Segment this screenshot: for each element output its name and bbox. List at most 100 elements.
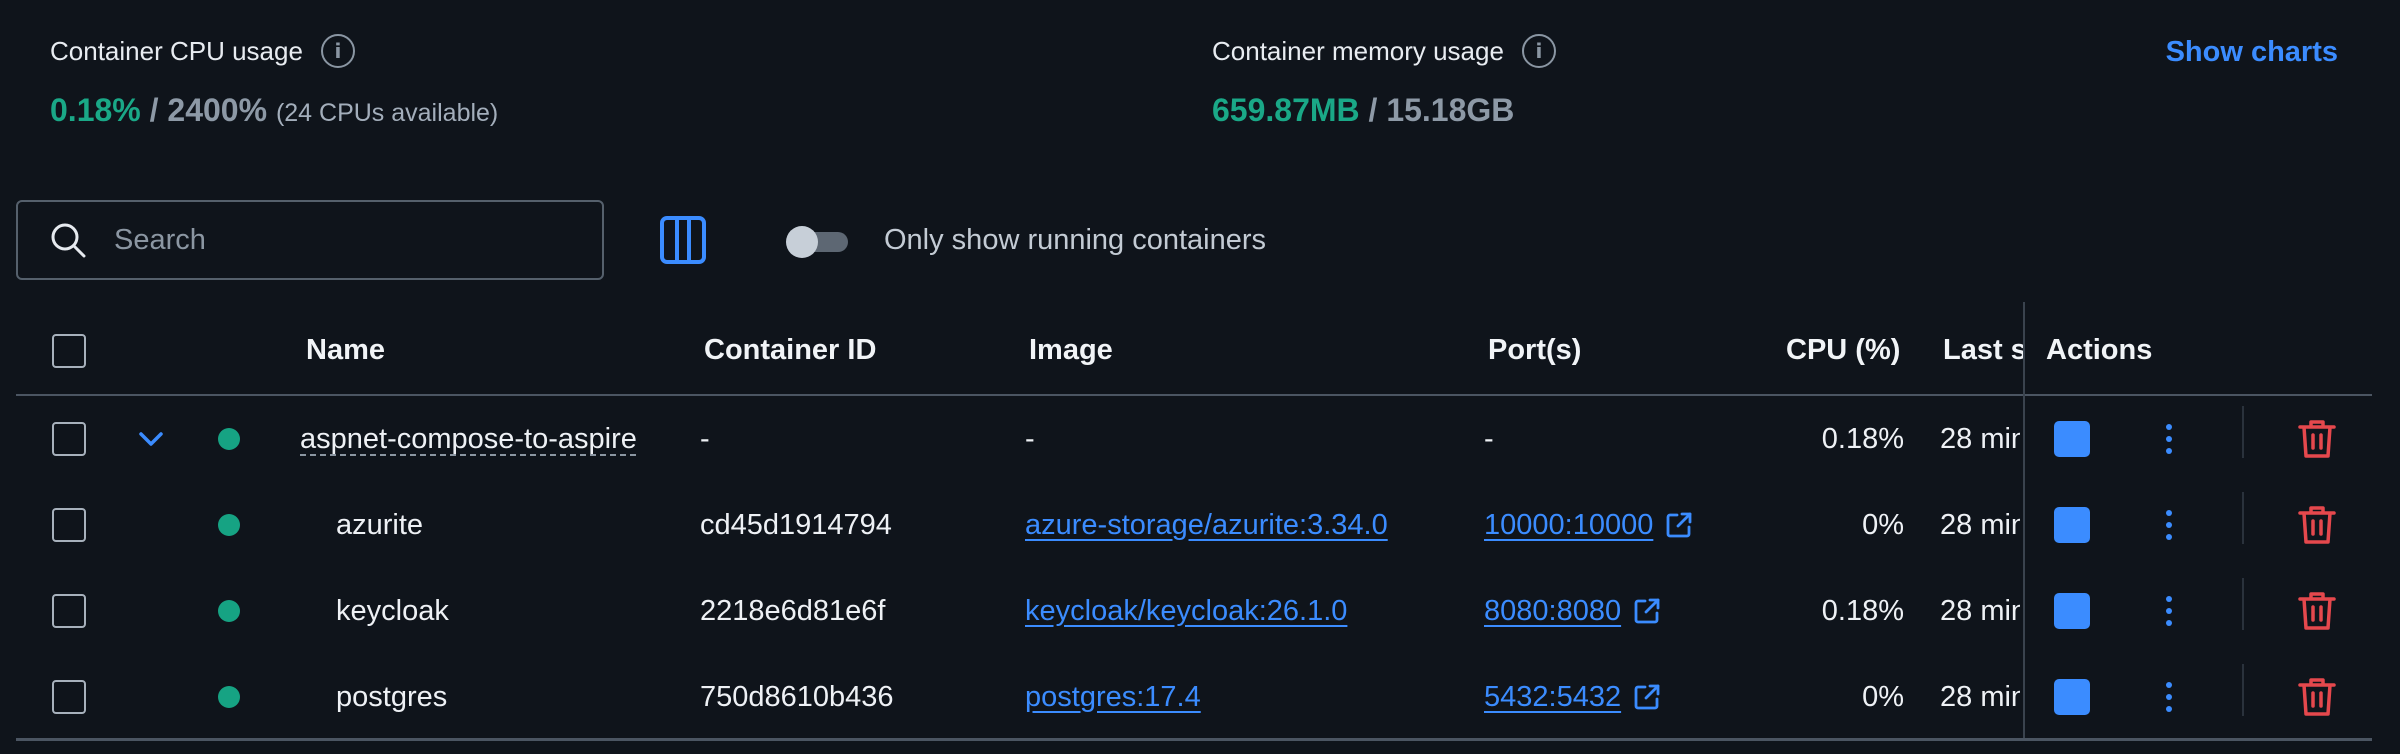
- actions-column-divider: [2023, 302, 2025, 738]
- image-link[interactable]: azure-storage/azurite:3.34.0: [1025, 509, 1388, 542]
- memory-usage-stat: Container memory usage i 659.87MB / 15.1…: [1212, 34, 1556, 129]
- search-input[interactable]: [112, 222, 576, 258]
- header-ports[interactable]: Port(s): [1488, 334, 1581, 367]
- trash-icon[interactable]: [2298, 419, 2336, 459]
- more-options-button[interactable]: [2166, 424, 2172, 454]
- status-cell: [218, 568, 240, 654]
- container-name[interactable]: postgres: [336, 654, 447, 740]
- row-select-cell: [52, 654, 86, 740]
- memory-usage-value: 659.87MB / 15.18GB: [1212, 92, 1556, 129]
- header-name[interactable]: Name: [306, 334, 385, 367]
- container-ports: 8080:8080: [1484, 568, 1661, 654]
- port-link[interactable]: 10000:10000: [1484, 509, 1653, 542]
- port-link[interactable]: 5432:5432: [1484, 681, 1621, 714]
- toggle-knob: [786, 226, 818, 258]
- actions-separator: [2242, 406, 2244, 458]
- container-ports: -: [1484, 422, 1494, 455]
- running-only-toggle[interactable]: [786, 224, 850, 258]
- row-select-cell: [52, 396, 86, 482]
- status-running-dot: [218, 686, 240, 708]
- stop-button[interactable]: [2054, 507, 2090, 543]
- image-link[interactable]: keycloak/keycloak:26.1.0: [1025, 595, 1347, 628]
- status-running-dot: [218, 514, 240, 536]
- table-row[interactable]: azurite cd45d1914794 azure-storage/azuri…: [16, 482, 2372, 568]
- chevron-down-icon[interactable]: [138, 431, 164, 447]
- columns-icon: [660, 216, 706, 264]
- cpu-usage-stat: Container CPU usage i 0.18% / 2400% (24 …: [50, 34, 498, 129]
- row-select-cell: [52, 482, 86, 568]
- show-charts-link[interactable]: Show charts: [2166, 36, 2338, 69]
- more-options-button[interactable]: [2166, 596, 2172, 626]
- kebab-icon: [2166, 596, 2172, 602]
- stop-cell: [2054, 654, 2090, 740]
- running-only-label: Only show running containers: [884, 224, 1267, 256]
- external-link-icon[interactable]: [1633, 597, 1661, 625]
- row-checkbox[interactable]: [52, 594, 86, 628]
- container-last-started: 28 minutes ago: [1940, 422, 2020, 455]
- cpu-total-value: 2400%: [167, 92, 268, 128]
- port-link[interactable]: 8080:8080: [1484, 595, 1621, 628]
- trash-icon[interactable]: [2298, 591, 2336, 631]
- cpu-separator: /: [140, 92, 168, 128]
- container-name[interactable]: aspnet-compose-to-aspire: [300, 396, 637, 482]
- memory-usage-label: Container memory usage: [1212, 35, 1504, 66]
- stop-button[interactable]: [2054, 421, 2090, 457]
- row-checkbox[interactable]: [52, 508, 86, 542]
- container-ports: 10000:10000: [1484, 482, 1693, 568]
- memory-separator: /: [1359, 92, 1387, 128]
- external-link-icon[interactable]: [1665, 511, 1693, 539]
- table-body: aspnet-compose-to-aspire - - - 0.18% 28 …: [16, 396, 2372, 740]
- container-image: azure-storage/azurite:3.34.0: [1025, 482, 1388, 568]
- header-last-started[interactable]: Last started: [1943, 334, 2023, 367]
- container-name[interactable]: azurite: [336, 482, 423, 568]
- kebab-icon: [2166, 424, 2172, 430]
- actions-separator: [2242, 664, 2244, 716]
- more-cell: [2166, 568, 2172, 654]
- container-last-started: 28 minutes ago: [1940, 680, 2020, 713]
- search-box[interactable]: [16, 200, 604, 280]
- container-last-started: 28 minutes ago: [1940, 508, 2020, 541]
- container-cpu: 0%: [1862, 508, 1904, 541]
- header-actions: Actions: [2046, 334, 2153, 366]
- container-ports: 5432:5432: [1484, 654, 1661, 740]
- header-container-id[interactable]: Container ID: [704, 334, 876, 367]
- group-name[interactable]: aspnet-compose-to-aspire: [300, 423, 637, 456]
- cpu-usage-value: 0.18% / 2400% (24 CPUs available): [50, 92, 498, 129]
- row-checkbox[interactable]: [52, 680, 86, 714]
- stop-button[interactable]: [2054, 679, 2090, 715]
- external-link-icon[interactable]: [1633, 683, 1661, 711]
- info-icon[interactable]: i: [1521, 34, 1556, 68]
- container-id: -: [700, 422, 710, 455]
- memory-total-value: 15.18GB: [1386, 92, 1515, 128]
- kebab-icon: [2166, 510, 2172, 516]
- header-cpu[interactable]: CPU (%): [1786, 334, 1900, 367]
- trash-icon[interactable]: [2298, 677, 2336, 717]
- container-image: postgres:17.4: [1025, 654, 1201, 740]
- select-all-cell: [52, 308, 86, 394]
- table-row[interactable]: aspnet-compose-to-aspire - - - 0.18% 28 …: [16, 396, 2372, 482]
- image-link[interactable]: postgres:17.4: [1025, 681, 1201, 714]
- search-icon: [51, 223, 86, 258]
- container-cpu: 0%: [1862, 680, 1904, 713]
- select-all-checkbox[interactable]: [52, 334, 86, 368]
- table-row[interactable]: postgres 750d8610b436 postgres:17.4 5432…: [16, 654, 2372, 740]
- status-cell: [218, 396, 240, 482]
- row-checkbox[interactable]: [52, 422, 86, 456]
- container-id: 2218e6d81e6f: [700, 594, 886, 627]
- cpu-used-value: 0.18%: [50, 92, 141, 128]
- table-row[interactable]: keycloak 2218e6d81e6f keycloak/keycloak:…: [16, 568, 2372, 654]
- trash-icon[interactable]: [2298, 505, 2336, 545]
- actions-separator: [2242, 578, 2244, 630]
- container-name[interactable]: keycloak: [336, 568, 449, 654]
- stop-button[interactable]: [2054, 593, 2090, 629]
- stats-bar: Container CPU usage i 0.18% / 2400% (24 …: [0, 0, 2400, 180]
- containers-table: Name Container ID Image Port(s) CPU (%) …: [16, 302, 2372, 741]
- stop-cell: [2054, 396, 2090, 482]
- columns-button[interactable]: [660, 216, 706, 269]
- header-image[interactable]: Image: [1029, 334, 1113, 367]
- delete-cell: [2298, 482, 2336, 568]
- more-options-button[interactable]: [2166, 510, 2172, 540]
- info-icon[interactable]: i: [320, 34, 355, 68]
- more-options-button[interactable]: [2166, 682, 2172, 712]
- status-cell: [218, 654, 240, 740]
